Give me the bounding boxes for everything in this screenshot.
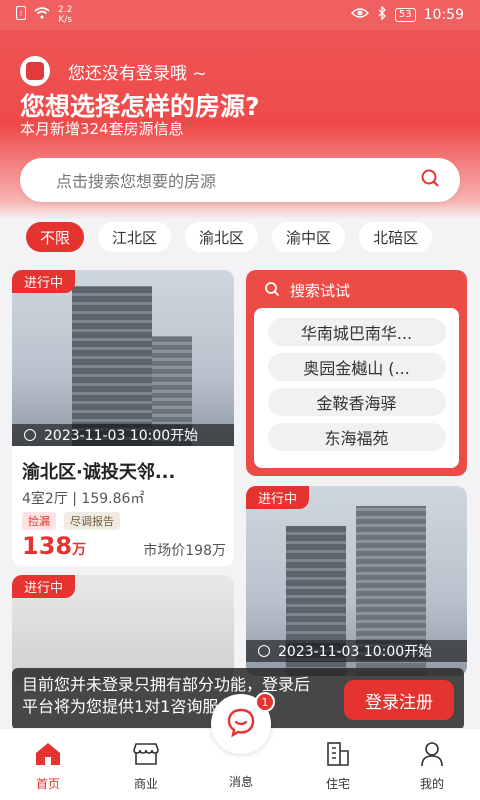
price-unit: 万 xyxy=(72,542,87,558)
status-bar: ! 2.2 K/s 53 10:59 xyxy=(0,0,480,30)
district-chip-yubei[interactable]: 渝北区 xyxy=(185,222,259,252)
speed-value: 2.2 xyxy=(58,5,73,15)
market-price: 市场价198万 xyxy=(143,543,226,559)
status-badge: 进行中 xyxy=(246,486,310,509)
speed-unit: K/s xyxy=(58,15,72,25)
new-listings-info: 本月新增324套房源信息 xyxy=(20,120,184,138)
tab-label: 消息 xyxy=(228,775,253,789)
suggestion-item[interactable]: 东海福苑 xyxy=(267,423,446,451)
badge-bargain: 捡漏 xyxy=(22,512,56,530)
tab-label: 住宅 xyxy=(325,777,350,791)
clock-icon xyxy=(258,645,270,657)
suggestion-item[interactable]: 华南城巴南华... xyxy=(267,318,446,346)
message-fab[interactable]: 1 xyxy=(211,692,275,754)
status-badge: 进行中 xyxy=(12,575,76,598)
battery-icon: 53 xyxy=(394,8,416,22)
listing-price: 138万 xyxy=(22,532,86,560)
status-badge: 进行中 xyxy=(12,270,76,293)
tab-home[interactable]: 首页 xyxy=(16,739,80,792)
district-chip-yuzhong[interactable]: 渝中区 xyxy=(272,222,346,252)
listing-card-2[interactable]: 进行中 2023-11-03 10:00开始 xyxy=(246,486,467,676)
search-suggestions-header: 搜索试试 xyxy=(264,280,350,301)
listing-photo xyxy=(12,270,234,446)
tab-residential[interactable]: 住宅 xyxy=(306,739,370,792)
search-bar[interactable]: 点击搜索您想要的房源 xyxy=(20,158,460,202)
start-time-bar: 2023-11-03 10:00开始 xyxy=(12,424,234,446)
tab-profile[interactable]: 我的 xyxy=(400,739,464,792)
svg-text:!: ! xyxy=(20,10,23,18)
chat-icon xyxy=(225,706,257,742)
district-chip-beibei[interactable]: 北碚区 xyxy=(359,222,433,252)
search-suggestions-title: 搜索试试 xyxy=(290,282,351,300)
bluetooth-icon xyxy=(377,5,387,24)
suggestion-item[interactable]: 金鞍香海驿 xyxy=(267,388,446,416)
start-time-bar: 2023-11-03 10:00开始 xyxy=(246,640,467,662)
app-logo-icon xyxy=(20,56,50,86)
listing-title: 渝北区·诚投天邻... xyxy=(22,462,176,483)
listing-card-1[interactable]: 进行中 2023-11-03 10:00开始 渝北区·诚投天邻... 4室2厅 … xyxy=(12,270,234,566)
badge-report: 尽调报告 xyxy=(64,512,120,530)
store-icon xyxy=(114,739,178,769)
building-icon xyxy=(306,739,370,769)
home-icon xyxy=(16,739,80,769)
listing-badges: 捡漏 尽调报告 xyxy=(22,512,120,530)
start-time: 2023-11-03 10:00开始 xyxy=(278,644,433,660)
tab-label: 商业 xyxy=(133,777,158,791)
eye-icon xyxy=(350,7,369,23)
sim-icon: ! xyxy=(16,6,26,24)
login-hint[interactable]: 您还没有登录哦 ~ xyxy=(68,59,207,84)
district-chip-jiangbei[interactable]: 江北区 xyxy=(98,222,172,252)
suggestion-item[interactable]: 奥园金樾山 (... xyxy=(267,353,446,381)
district-filter: 不限 江北区 渝北区 渝中区 北碚区 xyxy=(26,222,433,252)
search-suggestions-panel: 搜索试试 华南城巴南华... 奥园金樾山 (... 金鞍香海驿 东海福苑 xyxy=(246,270,467,476)
listing-spec: 4室2厅 | 159.86㎡ xyxy=(22,491,145,507)
user-icon xyxy=(400,739,464,769)
tab-label: 我的 xyxy=(419,777,444,791)
login-register-button[interactable]: 登录注册 xyxy=(344,680,454,720)
login-prompt-text: 目前您并未登录只拥有部分功能，登录后平台将为您提供1对1咨询服务 xyxy=(22,675,311,716)
search-suggestions-list: 华南城巴南华... 奥园金樾山 (... 金鞍香海驿 东海福苑 xyxy=(254,308,459,468)
district-chip-all[interactable]: 不限 xyxy=(26,222,85,252)
message-count-badge: 1 xyxy=(255,692,275,712)
tab-label: 首页 xyxy=(35,777,60,791)
network-speed: 2.2 K/s xyxy=(58,5,72,25)
clock-icon xyxy=(24,429,36,441)
start-time: 2023-11-03 10:00开始 xyxy=(44,428,199,444)
search-icon[interactable] xyxy=(420,168,440,192)
search-placeholder: 点击搜索您想要的房源 xyxy=(56,172,217,191)
wifi-icon xyxy=(34,7,50,23)
search-icon xyxy=(264,281,280,301)
tab-messages[interactable]: 消息 xyxy=(209,773,273,790)
clock: 10:59 xyxy=(423,7,464,23)
tab-commercial[interactable]: 商业 xyxy=(114,739,178,792)
price-value: 138 xyxy=(22,532,73,560)
